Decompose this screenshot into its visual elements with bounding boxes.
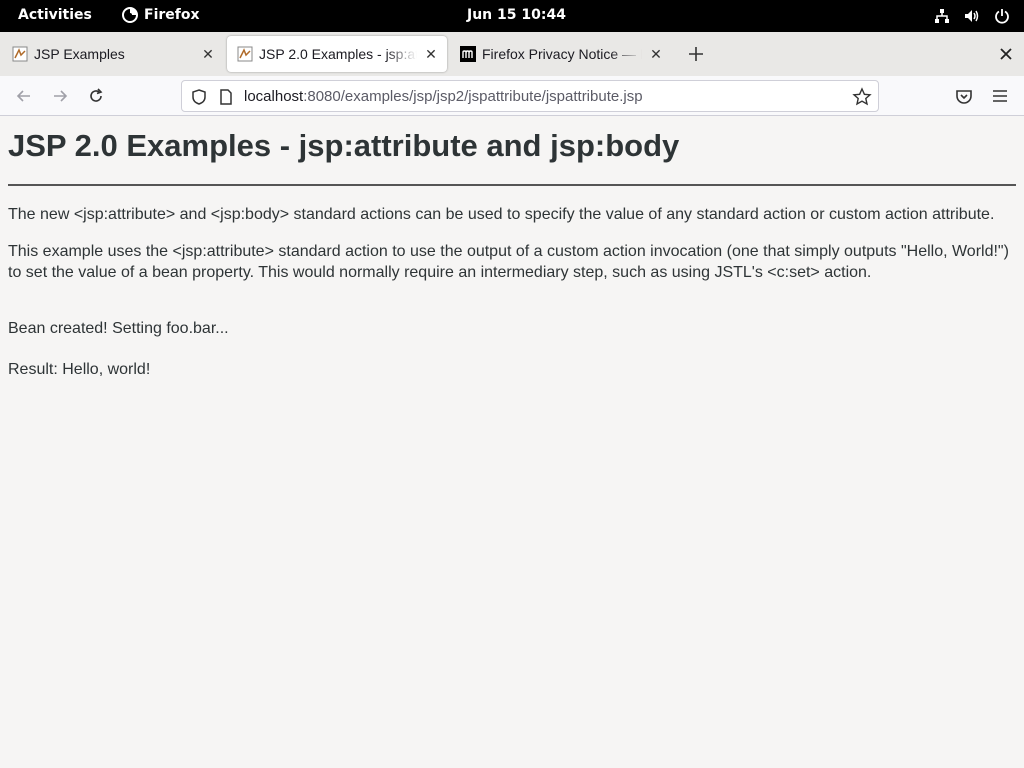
navigation-bar: localhost:8080/examples/jsp/jsp2/jspattr… bbox=[0, 76, 1024, 116]
close-tab-icon[interactable]: ✕ bbox=[200, 46, 216, 62]
page-content: JSP 2.0 Examples - jsp:attribute and jsp… bbox=[8, 117, 1016, 379]
system-top-bar: Activities Firefox Jun 15 10:44 bbox=[0, 0, 1024, 32]
url-path: :8080/examples/jsp/jsp2/jspattribute/jsp… bbox=[303, 88, 643, 105]
app-menu[interactable]: Firefox bbox=[122, 7, 200, 23]
url-text[interactable]: localhost:8080/examples/jsp/jsp2/jspattr… bbox=[244, 88, 643, 105]
tab-title: JSP Examples bbox=[34, 46, 125, 62]
divider bbox=[8, 184, 1016, 186]
url-bar[interactable]: localhost:8080/examples/jsp/jsp2/jspattr… bbox=[181, 80, 879, 112]
power-icon[interactable] bbox=[994, 8, 1010, 24]
tomcat-favicon-icon bbox=[237, 46, 253, 62]
bean-status-text: Bean created! Setting foo.bar... bbox=[8, 320, 229, 337]
tab-title: Firefox Privacy Notice — Mozilla bbox=[482, 46, 642, 62]
close-tab-icon[interactable]: ✕ bbox=[648, 46, 664, 62]
mozilla-favicon-icon bbox=[460, 46, 476, 62]
tab-jsp-examples[interactable]: JSP Examples ✕ bbox=[2, 36, 224, 72]
tracking-shield-icon[interactable] bbox=[190, 88, 208, 106]
close-window-icon[interactable] bbox=[998, 46, 1014, 62]
page-info-icon[interactable] bbox=[218, 88, 234, 106]
clock[interactable]: Jun 15 10:44 bbox=[467, 7, 566, 23]
activities-button[interactable]: Activities bbox=[18, 7, 92, 23]
reload-icon[interactable] bbox=[86, 86, 106, 106]
pocket-icon[interactable] bbox=[954, 86, 974, 106]
hamburger-menu-icon[interactable] bbox=[990, 86, 1010, 106]
tab-jsp2-attribute[interactable]: JSP 2.0 Examples - jsp:attribute and jsp… bbox=[227, 36, 447, 72]
bookmark-star-icon[interactable] bbox=[852, 87, 872, 107]
tab-title: JSP 2.0 Examples - jsp:attribute and jsp… bbox=[259, 46, 417, 62]
page-title: JSP 2.0 Examples - jsp:attribute and jsp… bbox=[8, 128, 680, 163]
tab-firefox-privacy[interactable]: Firefox Privacy Notice — Mozilla ✕ bbox=[450, 36, 672, 72]
forward-icon[interactable] bbox=[50, 86, 70, 106]
example-description: This example uses the <jsp:attribute> st… bbox=[8, 243, 1009, 281]
firefox-icon bbox=[122, 7, 138, 23]
system-tray[interactable] bbox=[934, 8, 1010, 24]
app-name: Firefox bbox=[144, 7, 200, 23]
back-icon[interactable] bbox=[14, 86, 34, 106]
new-tab-icon[interactable] bbox=[686, 44, 706, 64]
url-host: localhost bbox=[244, 88, 304, 105]
network-icon[interactable] bbox=[934, 8, 950, 24]
close-tab-icon[interactable]: ✕ bbox=[423, 46, 439, 62]
tab-strip: JSP Examples ✕ JSP 2.0 Examples - jsp:at… bbox=[0, 32, 1024, 76]
result-text: Result: Hello, world! bbox=[8, 361, 151, 378]
volume-icon[interactable] bbox=[964, 8, 980, 24]
tomcat-favicon-icon bbox=[12, 46, 28, 62]
intro-paragraph: The new <jsp:attribute> and <jsp:body> s… bbox=[8, 206, 995, 223]
